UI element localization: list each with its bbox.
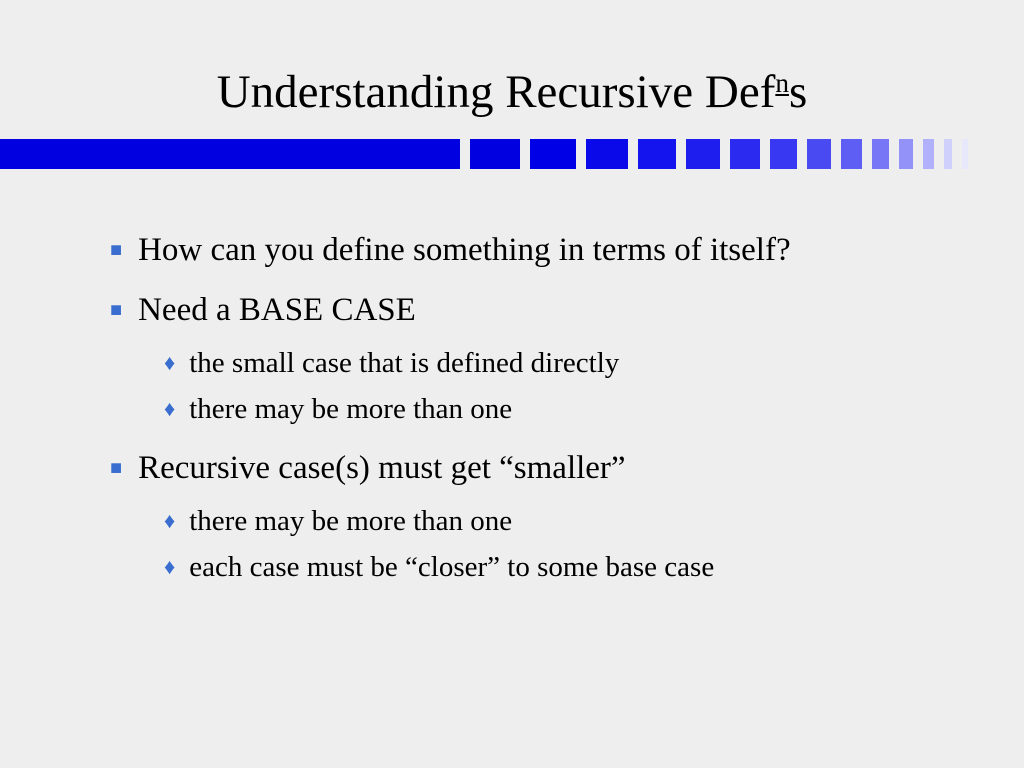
diamond-bullet-icon: ♦ [164,508,175,534]
divider-segment [470,139,520,169]
divider-segment [841,139,862,169]
diamond-bullet-icon: ♦ [164,396,175,422]
bullet-level-2: ♦ there may be more than one [164,391,914,429]
sub-bullet-text: there may be more than one [189,391,512,429]
bullet-text: Need a BASE CASE [138,289,416,331]
square-bullet-icon: ■ [110,299,122,322]
divider-segment [944,139,952,169]
bullet-level-2: ♦ each case must be “closer” to some base… [164,549,914,587]
bullet-group: ■ Need a BASE CASE ♦ the small case that is… [110,289,914,429]
square-bullet-icon: ■ [110,457,122,480]
sub-bullet-text: each case must be “closer” to some base … [189,549,714,587]
bullet-level-1: ■ Need a BASE CASE [110,289,914,331]
divider-bar [0,139,1024,169]
divider-segments [460,139,968,169]
slide: Understanding Recursive Defns ■ How can y… [0,0,1024,768]
divider-segment [686,139,720,169]
divider-segment [770,139,797,169]
bullet-level-2: ♦ the small case that is defined directly [164,345,914,383]
divider-segment [923,139,934,169]
slide-title: Understanding Recursive Defns [0,0,1024,131]
content-area: ■ How can you define something in terms o… [0,169,1024,586]
divider-segment [530,139,576,169]
bullet-text: How can you define something in terms of… [138,229,791,271]
title-superscript: n [775,68,789,98]
bullet-level-1: ■ How can you define something in terms o… [110,229,914,271]
divider-segment [586,139,628,169]
diamond-bullet-icon: ♦ [164,554,175,580]
diamond-bullet-icon: ♦ [164,350,175,376]
divider-segment [730,139,760,169]
bullet-level-2: ♦ there may be more than one [164,503,914,541]
bullet-text: Recursive case(s) must get “smaller” [138,447,625,489]
divider-segment [899,139,913,169]
divider-segment [638,139,676,169]
divider-long-segment [0,139,460,169]
divider-segment [807,139,831,169]
sub-bullet-text: there may be more than one [189,503,512,541]
divider-segment [872,139,889,169]
bullet-group: ■ How can you define something in terms o… [110,229,914,271]
sub-bullet-text: the small case that is defined directly [189,345,619,383]
title-suffix: s [789,66,807,118]
divider-segment [962,139,968,169]
bullet-level-1: ■ Recursive case(s) must get “smaller” [110,447,914,489]
square-bullet-icon: ■ [110,239,122,262]
bullet-group: ■ Recursive case(s) must get “smaller” ♦ th… [110,447,914,587]
title-prefix: Understanding Recursive Def [217,66,776,118]
